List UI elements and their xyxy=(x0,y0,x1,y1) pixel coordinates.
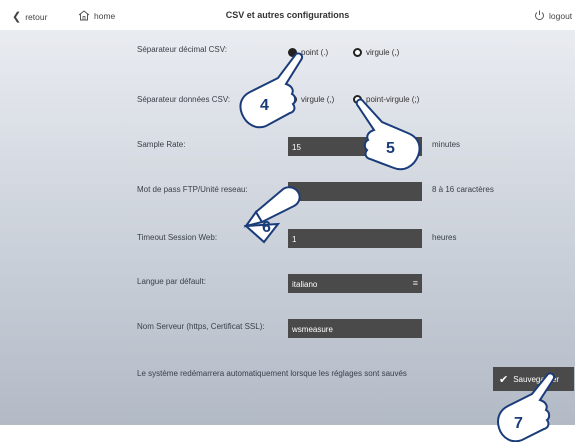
ftp-password-hint: 8 à 16 caractères xyxy=(432,185,494,194)
server-name-label: Nom Serveur (https, Certificat SSL): xyxy=(137,322,265,331)
restart-note: Le système redémarrera automatiquement l… xyxy=(137,369,407,378)
menu-icon: ≡ xyxy=(412,278,418,288)
radio-dot xyxy=(353,48,362,57)
logout-button[interactable]: logout xyxy=(534,10,572,21)
server-name-input[interactable]: wsmeasure xyxy=(288,319,422,338)
callout-number: 6 xyxy=(262,219,271,236)
timeout-unit: heures xyxy=(432,233,457,242)
language-label: Langue par défault: xyxy=(137,277,206,286)
callout-hand-icon: 5 xyxy=(356,98,421,171)
page-title: CSV et autres configurations xyxy=(225,10,350,20)
callout-hand-icon: 4 xyxy=(239,52,304,129)
callout-pen-icon: 6 xyxy=(243,186,301,244)
radio-label: virgule (,) xyxy=(366,48,400,57)
data-separator-label: Séparateur données CSV: xyxy=(137,95,231,104)
sample-rate-label: Sample Rate: xyxy=(137,140,186,149)
callout-number: 5 xyxy=(386,140,395,157)
callout-number: 7 xyxy=(514,415,523,432)
ftp-password-input[interactable] xyxy=(288,182,422,201)
callout-hand-icon: 7 xyxy=(497,372,556,442)
timeout-label: Timeout Session Web: xyxy=(137,233,218,242)
sample-rate-value: 15 xyxy=(292,143,301,152)
timeout-input[interactable]: 1 xyxy=(288,229,422,248)
language-value: italiano xyxy=(292,280,318,289)
callout-number: 4 xyxy=(260,97,269,114)
power-icon xyxy=(535,10,544,21)
top-bar: ❮ retour home CSV et autres configuratio… xyxy=(0,0,575,30)
radio-decimal-comma[interactable]: virgule (,) xyxy=(353,48,399,57)
sample-rate-unit: minutes xyxy=(432,140,461,149)
ftp-password-label: Mot de pass FTP/Unité reseau: xyxy=(137,185,248,194)
decimal-separator-label: Séparateur décimal CSV: xyxy=(137,45,227,54)
language-select[interactable]: italiano ≡ xyxy=(288,274,422,293)
server-name-value: wsmeasure xyxy=(292,325,333,334)
logout-label: logout xyxy=(549,10,573,21)
